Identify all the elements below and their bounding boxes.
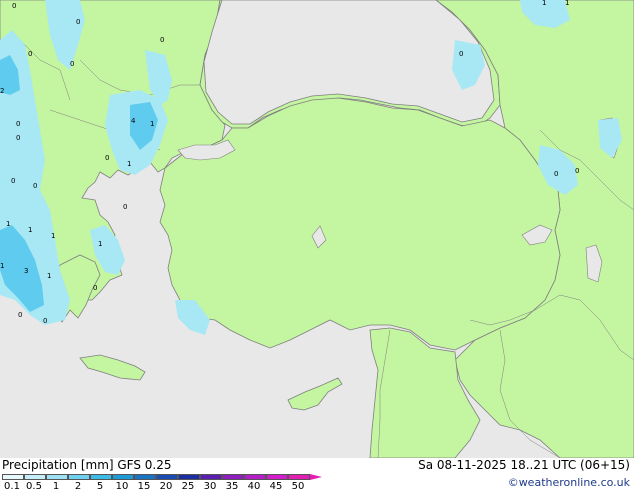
rain-label: 0 (28, 50, 32, 58)
rain-label: 1 (565, 0, 569, 7)
scale-cell (266, 474, 288, 480)
rain-label: 1 (127, 160, 131, 168)
scale-tick-label: 10 (115, 481, 129, 492)
scale-cell (46, 474, 68, 480)
scale-tick-label: 25 (181, 481, 195, 492)
rain-label: 0 (12, 2, 16, 10)
scale-cell (68, 474, 90, 480)
scale-cell (178, 474, 200, 480)
rain-label: 0 (70, 60, 74, 68)
rain-label: 0 (11, 177, 15, 185)
rain-label: 0 (93, 284, 97, 292)
scale-tick-label: 35 (225, 481, 239, 492)
scale-tick-label: 20 (159, 481, 173, 492)
scale-tick-label: 5 (96, 481, 104, 492)
scale-tick-label: 40 (247, 481, 261, 492)
rain-label: 1 (47, 272, 51, 280)
precipitation-map: 0 0 0 0 0 2 4 1 0 1 0 0 0 1 1 1 3 1 0 0 … (0, 0, 634, 458)
scale-cell (288, 474, 310, 480)
scale-cell (244, 474, 266, 480)
scale-cell (112, 474, 134, 480)
rain-label: 0 (459, 50, 463, 58)
credit-link[interactable]: ©weatheronline.co.uk (508, 476, 630, 489)
scale-cell (200, 474, 222, 480)
rain-label: 1 (98, 240, 102, 248)
scale-cell (156, 474, 178, 480)
scale-cell (90, 474, 112, 480)
rain-label: 1 (542, 0, 546, 7)
rain-label: 0 (16, 134, 20, 142)
scale-cell (134, 474, 156, 480)
scale-tick-label: 0.1 (4, 481, 20, 492)
rain-label: 1 (6, 220, 10, 228)
scale-arrow (310, 474, 322, 480)
rain-label: 0 (16, 120, 20, 128)
scale-tick-label: 50 (291, 481, 305, 492)
scale-cell (222, 474, 244, 480)
scale-tick-label: 1 (52, 481, 60, 492)
rain-label: 2 (0, 87, 4, 95)
valid-time: Sa 08-11-2025 18..21 UTC (06+15) (418, 458, 630, 472)
footer: Precipitation [mm] GFS 0.25 Sa 08-11-202… (0, 458, 634, 492)
scale-cell (2, 474, 24, 480)
rain-label: 3 (24, 267, 28, 275)
rain-label: 0 (554, 170, 558, 178)
rain-label: 0 (105, 154, 109, 162)
rain-label: 0 (76, 18, 80, 26)
chart-title: Precipitation [mm] GFS 0.25 (2, 458, 172, 472)
scale-tick-label: 0.5 (26, 481, 42, 492)
rain-label: 0 (33, 182, 37, 190)
rain-label: 0 (160, 36, 164, 44)
rain-label: 0 (123, 203, 127, 211)
rain-label: 0 (575, 167, 579, 175)
scale-tick-label: 15 (137, 481, 151, 492)
rain-label: 0 (18, 311, 22, 319)
rain-label: 1 (0, 262, 4, 270)
rain-label: 4 (131, 117, 136, 125)
scale-tick-label: 30 (203, 481, 217, 492)
scale-tick-label: 2 (74, 481, 82, 492)
rain-label: 1 (51, 232, 55, 240)
rain-label: 1 (28, 226, 32, 234)
rain-label: 1 (150, 120, 154, 128)
scale-cell (24, 474, 46, 480)
rain-label: 0 (43, 317, 47, 325)
scale-tick-label: 45 (269, 481, 283, 492)
